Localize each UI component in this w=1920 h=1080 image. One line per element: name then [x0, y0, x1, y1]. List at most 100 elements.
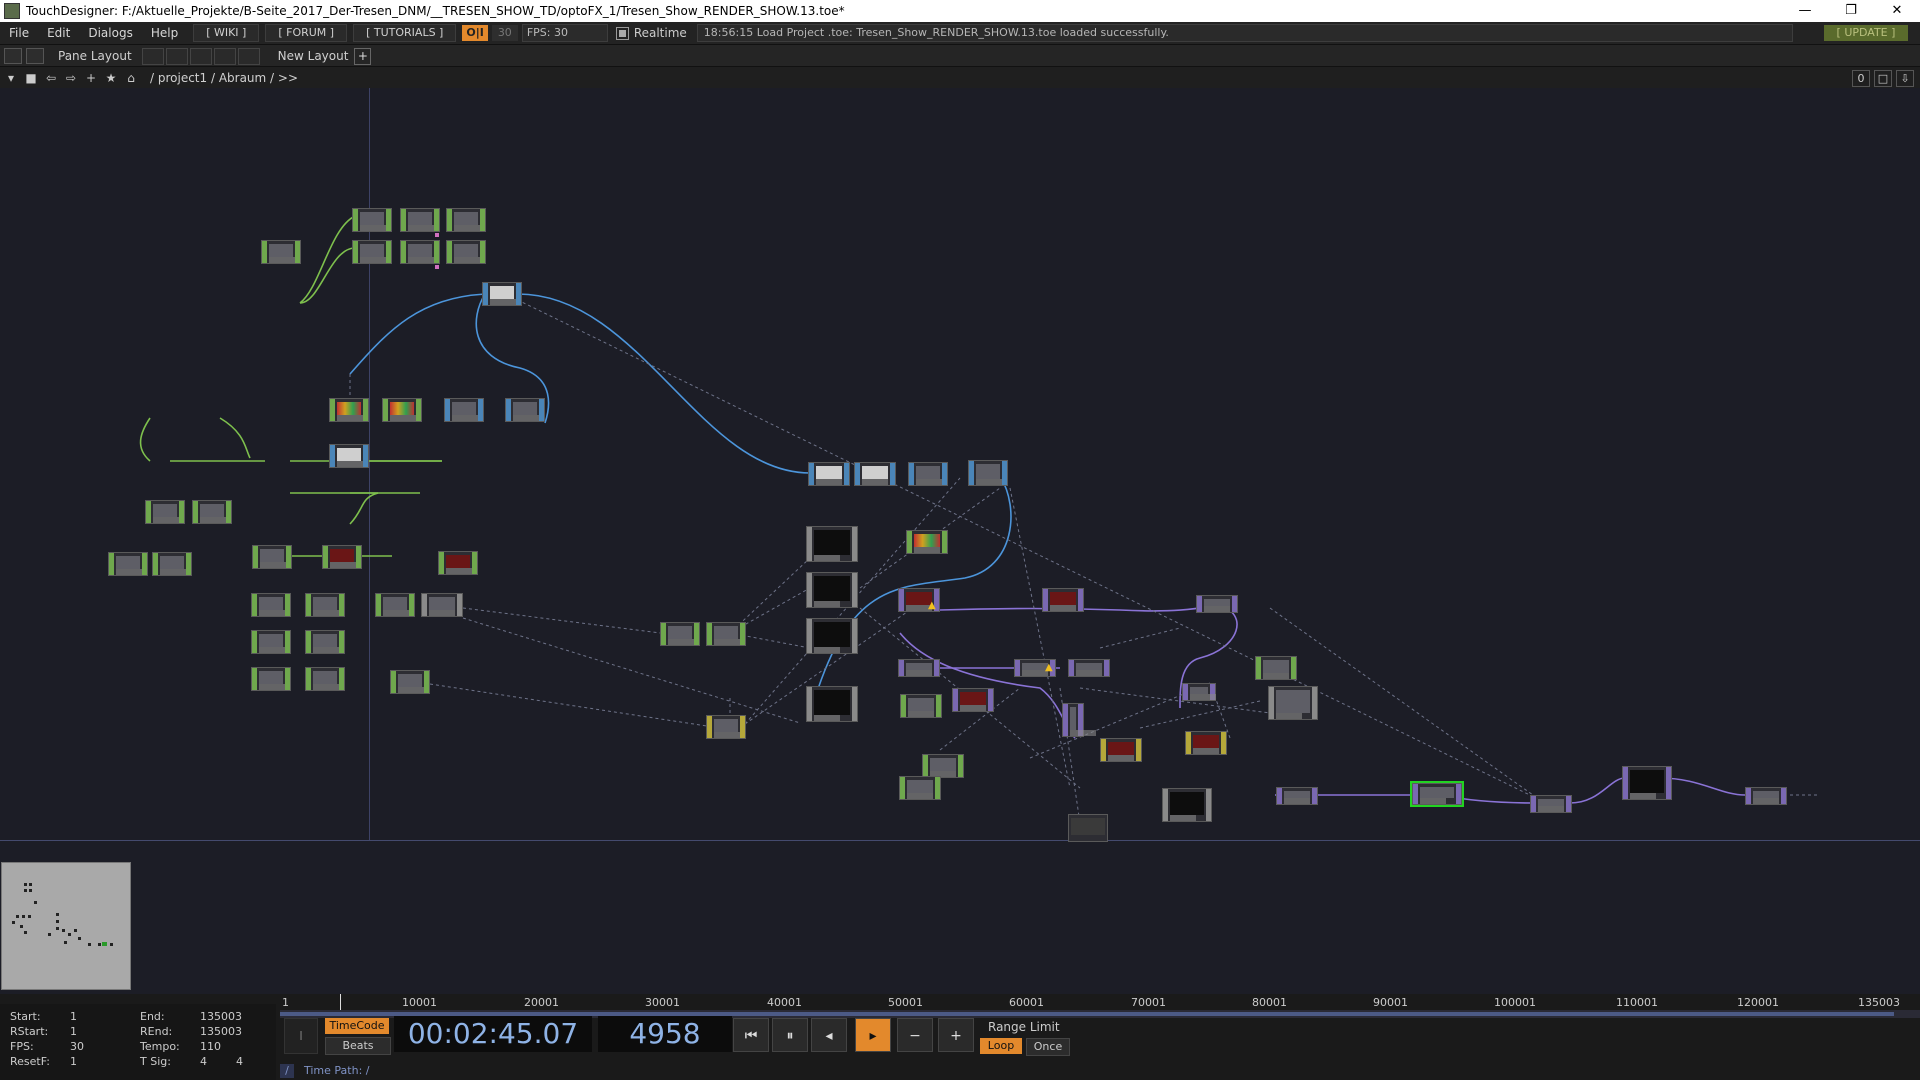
play-reverse-icon[interactable]: ◂: [811, 1018, 847, 1052]
chop-operator[interactable]: [400, 208, 440, 232]
back-icon[interactable]: ⇦: [42, 71, 60, 85]
sop-operator[interactable]: [1182, 683, 1216, 701]
comp-operator[interactable]: [421, 593, 463, 617]
menu-dialogs[interactable]: Dialogs: [79, 26, 141, 40]
top-operator[interactable]: [505, 398, 545, 422]
pane-menu-icon[interactable]: ▾: [2, 71, 20, 85]
add-layout-button[interactable]: +: [354, 47, 372, 65]
loop-button[interactable]: Loop: [980, 1038, 1022, 1054]
step-back-icon[interactable]: −: [897, 1018, 933, 1052]
chop-operator[interactable]: [375, 593, 415, 617]
top-operator[interactable]: [808, 462, 850, 486]
sop-operator[interactable]: [1745, 787, 1787, 805]
timecode-display[interactable]: 00:02:45.07: [394, 1016, 592, 1052]
wiki-button[interactable]: [ WIKI ]: [193, 24, 260, 42]
chop-operator[interactable]: [906, 530, 948, 554]
comp-operator[interactable]: [806, 618, 858, 654]
top-operator[interactable]: [329, 444, 369, 468]
sop-operator[interactable]: [1042, 588, 1084, 612]
chop-operator[interactable]: [352, 240, 392, 264]
network-editor[interactable]: ▲ ▲: [0, 88, 1920, 994]
timeline-lock-icon[interactable]: I: [284, 1018, 318, 1054]
forum-button[interactable]: [ FORUM ]: [265, 24, 348, 42]
time-path-root[interactable]: /: [280, 1064, 294, 1078]
maximize-pane-icon[interactable]: □: [1874, 70, 1892, 87]
chop-operator[interactable]: [706, 622, 746, 646]
top-operator[interactable]: [968, 460, 1008, 486]
pause-icon[interactable]: ⏸: [772, 1018, 808, 1052]
menu-file[interactable]: File: [0, 26, 38, 40]
realtime-checkbox[interactable]: [615, 26, 629, 40]
chop-operator[interactable]: [261, 240, 301, 264]
beats-button[interactable]: Beats: [325, 1037, 391, 1055]
dat-operator[interactable]: [706, 715, 746, 739]
menu-help[interactable]: Help: [142, 26, 187, 40]
rstart-value[interactable]: 1: [70, 1025, 77, 1038]
dat-operator[interactable]: [1185, 731, 1227, 755]
chop-operator[interactable]: [446, 208, 486, 232]
layout-option-1[interactable]: [141, 47, 164, 65]
chop-operator[interactable]: [352, 208, 392, 232]
pane-icon[interactable]: [4, 48, 22, 64]
chop-operator[interactable]: [1255, 656, 1297, 680]
download-icon[interactable]: ⇩: [1896, 70, 1914, 87]
chop-operator[interactable]: [899, 776, 941, 800]
update-button[interactable]: [ UPDATE ]: [1824, 25, 1908, 41]
chop-operator[interactable]: [660, 622, 700, 646]
chop-operator[interactable]: [252, 545, 292, 569]
home-icon[interactable]: ⌂: [122, 71, 140, 85]
timeline-ruler[interactable]: 1 10001 20001 30001 40001 50001 60001 70…: [280, 994, 1920, 1011]
sop-operator[interactable]: [1530, 795, 1572, 813]
chop-operator[interactable]: [251, 593, 291, 617]
top-operator[interactable]: [444, 398, 484, 422]
zero-button[interactable]: 0: [1852, 70, 1870, 87]
fps-value[interactable]: 30: [70, 1040, 84, 1053]
chop-operator[interactable]: [305, 667, 345, 691]
tutorials-button[interactable]: [ TUTORIALS ]: [353, 24, 457, 42]
chop-operator[interactable]: [400, 240, 440, 264]
layout-option-2[interactable]: [165, 47, 188, 65]
chop-operator[interactable]: [108, 552, 148, 576]
chop-operator[interactable]: [152, 552, 192, 576]
sop-operator[interactable]: [1276, 787, 1318, 805]
chop-operator[interactable]: [382, 398, 422, 422]
layout-option-3[interactable]: [189, 47, 212, 65]
top-operator[interactable]: [482, 282, 522, 306]
tempo-value[interactable]: 110: [200, 1040, 221, 1053]
chop-operator[interactable]: [251, 630, 291, 654]
sop-operator[interactable]: [1196, 595, 1238, 613]
bookmark-star-icon[interactable]: ★: [102, 71, 120, 85]
play-forward-icon[interactable]: ▸: [855, 1018, 891, 1052]
once-button[interactable]: Once: [1026, 1038, 1070, 1056]
restore-button[interactable]: ❐: [1828, 0, 1874, 22]
timecode-button[interactable]: TimeCode: [325, 1018, 389, 1034]
sop-operator[interactable]: [898, 659, 940, 677]
chop-operator[interactable]: [329, 398, 369, 422]
top-operator[interactable]: [908, 462, 948, 486]
layout-option-5[interactable]: [237, 47, 260, 65]
sop-operator-selected[interactable]: [1410, 781, 1464, 807]
minimize-button[interactable]: —: [1782, 0, 1828, 22]
sop-operator[interactable]: [1062, 703, 1096, 737]
playhead[interactable]: [340, 994, 341, 1010]
start-value[interactable]: 1: [70, 1010, 77, 1023]
layout-option-4[interactable]: [213, 47, 236, 65]
step-forward-icon[interactable]: +: [938, 1018, 974, 1052]
resetf-value[interactable]: 1: [70, 1055, 77, 1068]
dat-operator[interactable]: [1068, 814, 1108, 842]
chop-operator[interactable]: [438, 551, 478, 575]
chop-operator[interactable]: [322, 545, 362, 569]
sop-operator[interactable]: [1068, 659, 1110, 677]
sop-operator[interactable]: [952, 688, 994, 712]
rewind-icon[interactable]: ⏮: [733, 1018, 769, 1052]
comp-operator[interactable]: [1162, 788, 1212, 822]
comp-operator[interactable]: [1268, 686, 1318, 720]
chop-operator[interactable]: [305, 593, 345, 617]
chop-operator[interactable]: [390, 670, 430, 694]
home-network-icon[interactable]: [26, 48, 44, 64]
menu-edit[interactable]: Edit: [38, 26, 79, 40]
dat-operator[interactable]: [1100, 738, 1142, 762]
chop-operator[interactable]: [922, 754, 964, 778]
chop-operator[interactable]: [305, 630, 345, 654]
chop-operator[interactable]: [192, 500, 232, 524]
